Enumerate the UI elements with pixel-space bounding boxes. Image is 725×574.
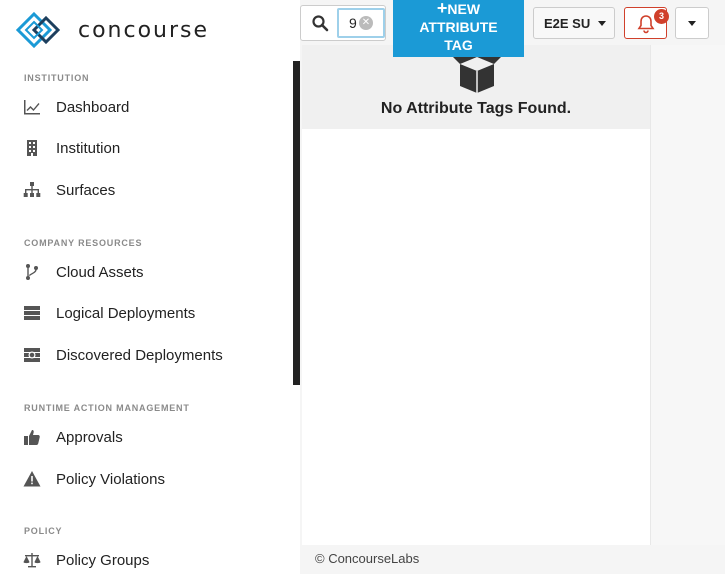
sidebar-item-label: Dashboard (56, 98, 130, 116)
warning-icon (22, 469, 42, 489)
sidebar-scrollbar[interactable] (293, 61, 300, 385)
sidebar-item-label: Policy Violations (56, 470, 165, 488)
plus-icon: + (436, 0, 448, 18)
new-attribute-tag-button[interactable]: +NEW ATTRIBUTE TAG (393, 0, 524, 57)
section-title-company-resources: COMPANY RESOURCES (24, 238, 143, 248)
bell-icon (637, 15, 655, 34)
brand-logo[interactable]: concourse (16, 12, 209, 48)
sitemap-icon (22, 180, 42, 200)
new-button-line2: ATTRIBUTE (419, 19, 498, 35)
sidebar-item-logical-deployments[interactable]: Logical Deployments (22, 301, 195, 325)
sidebar-item-label: Approvals (56, 428, 123, 446)
code-branch-icon (22, 262, 42, 282)
search-deployments-icon (22, 345, 42, 365)
balance-scale-icon (22, 550, 42, 570)
clear-search-icon[interactable]: ✕ (359, 16, 373, 30)
user-menu-button[interactable] (675, 7, 709, 39)
tenant-selector[interactable]: E2E SU (533, 7, 615, 39)
sidebar-item-label: Surfaces (56, 181, 116, 199)
right-panel (650, 45, 725, 545)
search-icon[interactable] (311, 14, 329, 32)
sidebar-item-discovered-deployments[interactable]: Discovered Deployments (22, 343, 223, 367)
search-box: ✕ (300, 5, 386, 41)
empty-state: No Attribute Tags Found. (302, 45, 650, 129)
server-icon (22, 303, 42, 323)
sidebar-item-label: Policy Groups (56, 551, 150, 569)
chevron-down-icon (688, 21, 696, 26)
notification-count-badge: 3 (654, 9, 669, 24)
thumbs-up-icon (22, 427, 42, 447)
concourse-logo-icon (16, 12, 61, 48)
new-button-line1: NEW (447, 1, 481, 17)
sidebar-item-cloud-assets[interactable]: Cloud Assets (22, 260, 144, 284)
sidebar-item-policy-groups[interactable]: Policy Groups (22, 548, 149, 572)
sidebar-item-institution[interactable]: Institution (22, 136, 120, 160)
sidebar-item-label: Cloud Assets (56, 263, 144, 281)
footer-copyright: © ConcourseLabs (315, 551, 420, 566)
sidebar-item-label: Institution (56, 139, 121, 157)
building-icon (22, 138, 42, 158)
brand-name: concourse (78, 17, 210, 43)
section-title-policy: POLICY (24, 526, 63, 536)
sidebar-item-label: Logical Deployments (56, 304, 196, 322)
section-title-runtime-action-management: RUNTIME ACTION MANAGEMENT (24, 403, 190, 413)
sidebar-item-surfaces[interactable]: Surfaces (22, 178, 115, 202)
sidebar-item-label: Discovered Deployments (56, 346, 223, 364)
empty-state-message: No Attribute Tags Found. (380, 100, 572, 117)
sidebar: concourse INSTITUTION Dashboard Institut… (0, 0, 300, 574)
chevron-down-icon (598, 21, 606, 26)
sidebar-item-policy-violations[interactable]: Policy Violations (22, 467, 165, 491)
chart-line-icon (22, 97, 42, 117)
section-title-institution: INSTITUTION (24, 73, 90, 83)
sidebar-item-approvals[interactable]: Approvals (22, 425, 123, 449)
tenant-label: E2E SU (544, 15, 591, 31)
new-button-line3: TAG (444, 37, 473, 53)
sidebar-item-dashboard[interactable]: Dashboard (22, 95, 129, 119)
